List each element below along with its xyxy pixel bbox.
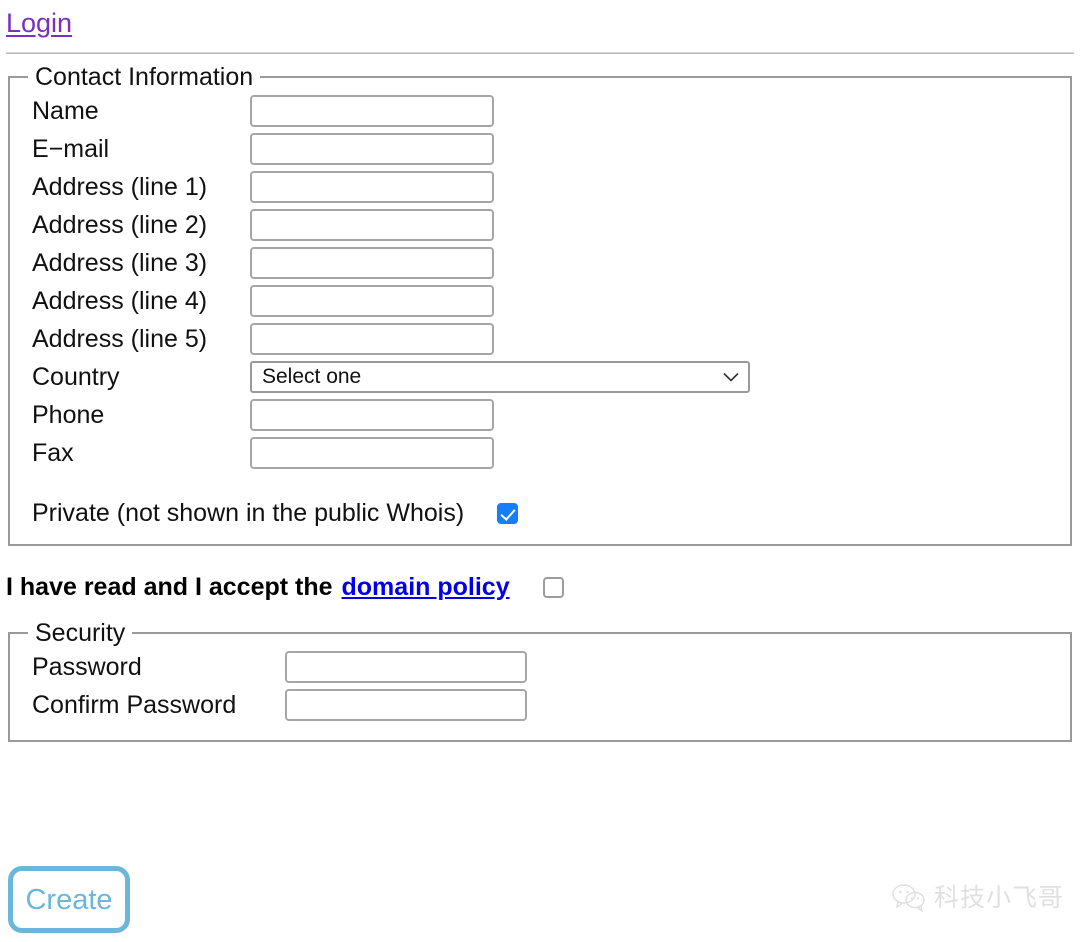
form-row-confirm-password: Confirm Password [10,686,1070,724]
form-row-phone: Phone [10,396,1070,434]
policy-acceptance-row: I have read and I accept the domain poli… [6,572,1080,602]
policy-acceptance-checkbox[interactable] [542,576,564,598]
form-row-address-4: Address (line 4) [10,282,1070,320]
form-row-country: Country Select one [10,358,1070,396]
country-select[interactable]: Select one [250,361,750,393]
policy-acceptance-text: I have read and I accept the [6,573,333,601]
label-address-line-3: Address (line 3) [32,249,208,277]
form-row-address-5: Address (line 5) [10,320,1070,358]
country-select-value: Select one [262,365,362,388]
address-line-2-input[interactable] [250,209,494,241]
form-row-name: Name [10,92,1070,130]
form-row-address-3: Address (line 3) [10,244,1070,282]
private-whois-row: Private (not shown in the public Whois) [10,498,1070,528]
password-input[interactable] [285,651,527,683]
label-address-line-2: Address (line 2) [32,211,208,239]
phone-input[interactable] [250,399,494,431]
label-confirm-password: Confirm Password [32,691,237,719]
name-input[interactable] [250,95,494,127]
address-line-5-input[interactable] [250,323,494,355]
chevron-down-icon [723,372,739,382]
private-whois-label: Private (not shown in the public Whois) [32,499,465,527]
label-country: Country [32,363,120,391]
fax-input[interactable] [250,437,494,469]
form-row-password: Password [10,648,1070,686]
label-address-line-1: Address (line 1) [32,173,208,201]
label-address-line-5: Address (line 5) [32,325,208,353]
address-line-4-input[interactable] [250,285,494,317]
form-row-address-1: Address (line 1) [10,168,1070,206]
contact-information-fieldset: Contact Information Name E−mail Address … [8,62,1072,546]
label-name: Name [32,97,99,125]
login-link[interactable]: Login [6,8,72,38]
form-row-fax: Fax [10,434,1070,472]
watermark-text: 科技小飞哥 [933,884,1064,912]
private-whois-checkbox[interactable] [497,502,519,524]
label-password: Password [32,653,142,681]
domain-policy-link[interactable]: domain policy [342,572,510,602]
security-fieldset: Security Password Confirm Password [8,618,1072,742]
form-row-address-2: Address (line 2) [10,206,1070,244]
form-row-email: E−mail [10,130,1070,168]
address-line-3-input[interactable] [250,247,494,279]
top-bar: Login [0,0,1080,38]
label-phone: Phone [32,401,105,429]
create-button[interactable]: Create [8,866,130,933]
security-legend: Security [28,618,133,648]
watermark: 科技小飞哥 [892,884,1064,912]
wechat-icon [892,884,926,912]
contact-information-legend: Contact Information [28,62,261,92]
email-input[interactable] [250,133,494,165]
address-line-1-input[interactable] [250,171,494,203]
header-divider [6,52,1074,54]
confirm-password-input[interactable] [285,689,527,721]
label-email: E−mail [32,135,110,163]
label-fax: Fax [32,439,74,467]
label-address-line-4: Address (line 4) [32,287,208,315]
